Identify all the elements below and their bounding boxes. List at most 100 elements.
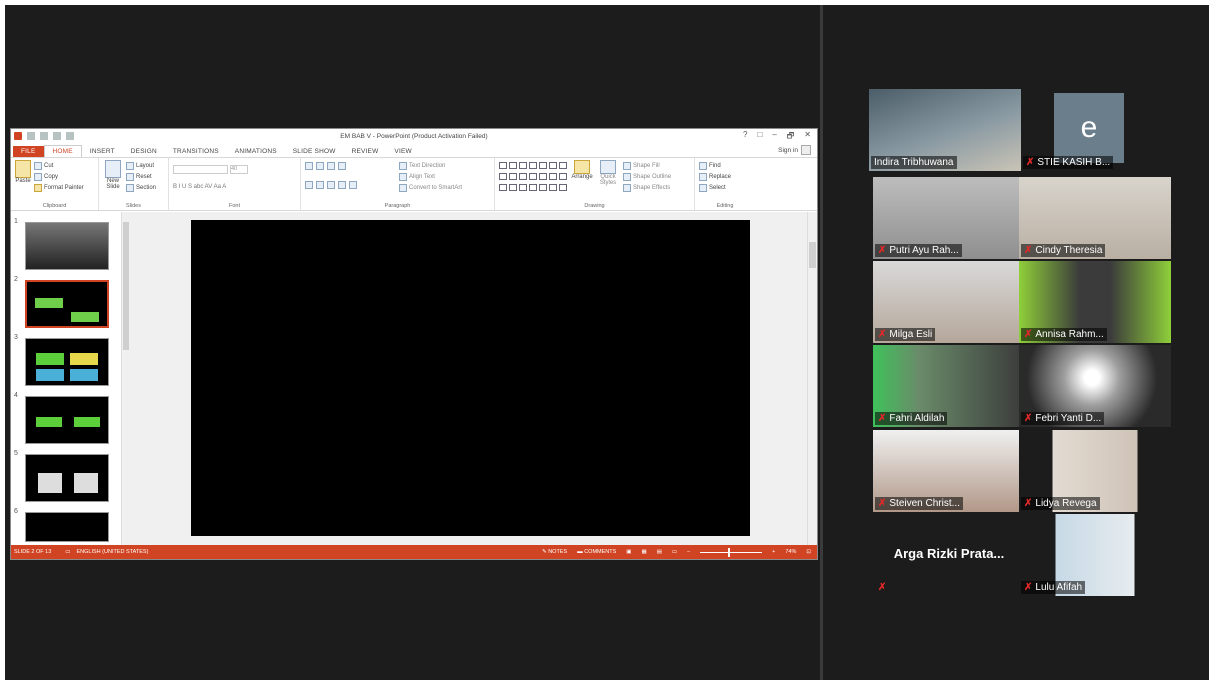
slide-thumbnail-5[interactable] (25, 454, 109, 502)
participant-name: Febri Yanti D... (1035, 413, 1102, 424)
participant-name-tag: ✗ Steiven Christ... (875, 497, 963, 510)
participant-name-tag: ✗ Fahri Aldilah (875, 412, 948, 425)
tab-review[interactable]: REVIEW (344, 146, 387, 157)
align-right-icon[interactable] (327, 180, 335, 189)
quick-styles-label: Quick Styles (599, 174, 617, 186)
shape-effects-button[interactable]: Shape Effects (623, 182, 671, 193)
paragraph-group: Text Direction Align Text Convert to Sma… (301, 158, 495, 210)
text-direction-button[interactable]: Text Direction (399, 160, 462, 171)
participant-tile[interactable]: Arga Rizki Prata... ✗ (873, 514, 1025, 596)
slide-sorter-icon[interactable]: ▦ (641, 549, 646, 555)
participant-tile[interactable]: ✗ Annisa Rahm... (1019, 261, 1171, 343)
participant-name: Fahri Aldilah (889, 413, 945, 424)
line-spacing-icon[interactable] (338, 161, 346, 170)
tab-insert[interactable]: INSERT (82, 146, 123, 157)
sign-in-link[interactable]: Sign in (778, 145, 811, 155)
slide-thumbnail-3[interactable] (25, 338, 109, 386)
quick-styles-button[interactable]: Quick Styles (597, 160, 619, 193)
format-painter-button[interactable]: Format Painter (34, 182, 84, 193)
arrange-button[interactable]: Arrange (571, 160, 593, 193)
tab-transitions[interactable]: TRANSITIONS (165, 146, 227, 157)
restore-button[interactable]: 🗗 (787, 130, 795, 144)
reading-view-icon[interactable]: ▤ (657, 549, 662, 555)
minimize-button[interactable]: – (772, 130, 776, 144)
slide-thumbnail-6[interactable] (25, 512, 109, 542)
normal-view-icon[interactable]: ▣ (626, 549, 631, 555)
slide-scrollbar[interactable] (807, 212, 817, 545)
participant-tile[interactable]: ✗ Cindy Theresia (1019, 177, 1171, 259)
gallery-divider[interactable] (820, 5, 823, 680)
participant-tile[interactable]: ✗ Lidya Revega (1019, 430, 1171, 512)
zoom-slider[interactable] (700, 547, 763, 557)
comments-button[interactable]: ▬ COMMENTS (577, 549, 616, 555)
notes-button[interactable]: ✎ NOTES (542, 549, 567, 555)
slide-number: 5 (14, 450, 18, 457)
copy-button[interactable]: Copy (34, 171, 84, 182)
tab-slide-show[interactable]: SLIDE SHOW (285, 146, 344, 157)
scrollbar-thumb[interactable] (809, 242, 816, 268)
ribbon-display-button[interactable]: □ (757, 130, 762, 144)
justify-icon[interactable] (338, 180, 346, 189)
paste-label: Paste (15, 178, 31, 184)
participant-tile[interactable]: ✗ Steiven Christ... (873, 430, 1025, 512)
align-center-icon[interactable] (316, 180, 324, 189)
zoom-in-icon[interactable]: + (772, 549, 775, 555)
fit-slide-icon[interactable]: ⊡ (806, 549, 811, 555)
cut-button[interactable]: Cut (34, 160, 84, 171)
thumbnails-scrollbar[interactable] (121, 212, 129, 545)
columns-icon[interactable] (349, 180, 357, 189)
spelling-icon[interactable]: ▭ (65, 549, 70, 555)
participant-tile[interactable]: ✗ Putri Ayu Rah... (873, 177, 1025, 259)
participant-tile[interactable]: Indira Tribhuwana (869, 89, 1021, 171)
slide-thumbnails-pane[interactable]: 1 2 3 4 5 6 (11, 212, 129, 545)
participant-tile[interactable]: ✗ Lulu Afifah (1019, 514, 1171, 596)
language-status[interactable]: ENGLISH (UNITED STATES) (77, 549, 149, 555)
select-label: Select (709, 184, 726, 191)
align-text-button[interactable]: Align Text (399, 171, 462, 182)
slide-show-icon[interactable]: ▭ (672, 549, 677, 555)
participant-name-tag: ✗ Putri Ayu Rah... (875, 244, 962, 257)
replace-button[interactable]: Replace (699, 171, 751, 182)
new-slide-button[interactable]: New Slide (103, 160, 123, 193)
tab-animations[interactable]: ANIMATIONS (227, 146, 285, 157)
participant-tile[interactable]: ✗ Milga Esli (873, 261, 1025, 343)
bullets-icon[interactable] (305, 161, 313, 170)
shape-fill-button[interactable]: Shape Fill (623, 160, 671, 171)
slide-thumbnail-2[interactable] (25, 280, 109, 328)
close-button[interactable]: ✕ (804, 130, 811, 144)
font-family-select[interactable] (173, 165, 228, 174)
paste-button[interactable]: Paste (15, 160, 31, 193)
zoom-out-icon[interactable]: – (687, 549, 690, 555)
current-slide-canvas[interactable] (191, 220, 750, 536)
participant-tile[interactable]: ✗ Fahri Aldilah (873, 345, 1025, 427)
participant-tile[interactable]: e ✗ STIE KASIH B... (1021, 89, 1173, 171)
section-button[interactable]: Section (126, 182, 156, 193)
slide-thumbnail-1[interactable] (25, 222, 109, 270)
layout-button[interactable]: Layout (126, 160, 156, 171)
shape-outline-button[interactable]: Shape Outline (623, 171, 671, 182)
find-button[interactable]: Find (699, 160, 751, 171)
indent-icon[interactable] (327, 161, 335, 170)
cut-label: Cut (44, 162, 54, 169)
align-left-icon[interactable] (305, 180, 313, 189)
tab-view[interactable]: VIEW (386, 146, 419, 157)
participant-name: Putri Ayu Rah... (889, 245, 959, 256)
help-button[interactable]: ? (743, 130, 747, 144)
numbering-icon[interactable] (316, 161, 324, 170)
select-button[interactable]: Select (699, 182, 751, 193)
tab-file[interactable]: FILE (13, 146, 44, 157)
zoom-level[interactable]: 74% (785, 549, 796, 555)
reset-button[interactable]: Reset (126, 171, 156, 182)
tab-home[interactable]: HOME (43, 145, 82, 157)
participant-tile[interactable]: ✗ Febri Yanti D... (1019, 345, 1171, 427)
font-size-select[interactable]: 40 (230, 165, 248, 174)
slide-thumbnail-4[interactable] (25, 396, 109, 444)
font-format-buttons[interactable]: B I U S abc AV Aa A (173, 181, 296, 192)
convert-smartart-button[interactable]: Convert to SmartArt (399, 182, 462, 193)
shapes-gallery[interactable] (499, 162, 567, 193)
tab-design[interactable]: DESIGN (123, 146, 165, 157)
replace-label: Replace (709, 173, 732, 180)
zoom-slider-thumb[interactable] (728, 547, 731, 557)
scrollbar-thumb[interactable] (123, 222, 129, 350)
layout-icon (126, 161, 134, 170)
